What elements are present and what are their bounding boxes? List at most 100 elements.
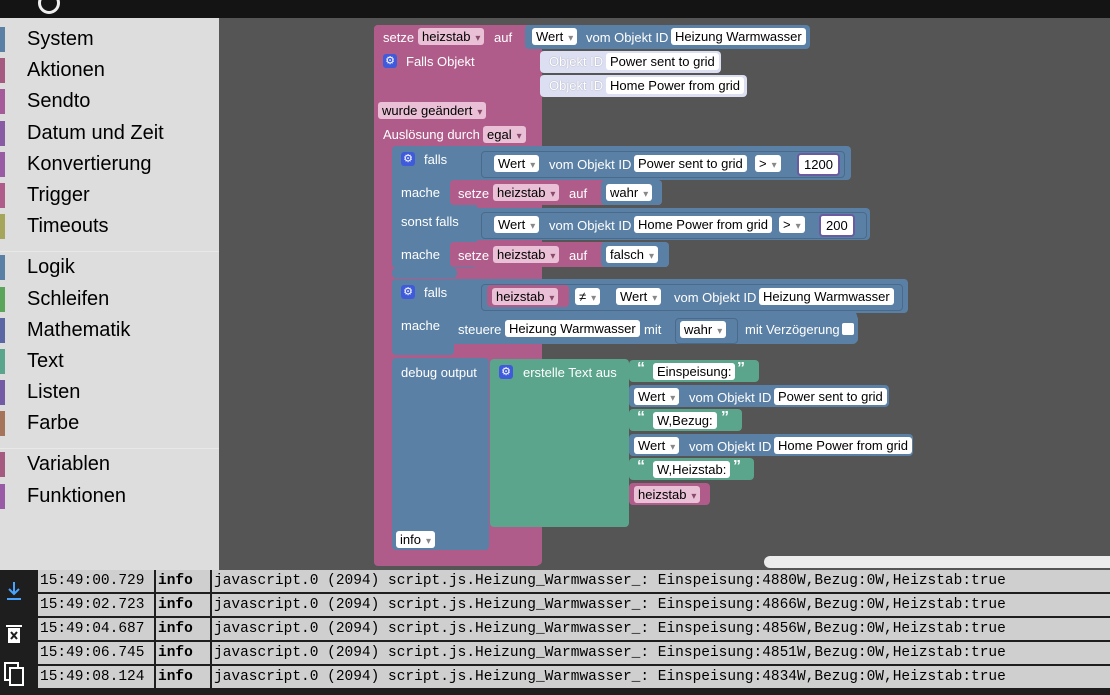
operator-dropdown[interactable]: > [755, 155, 781, 172]
text-field[interactable]: W,Bezug: [653, 412, 717, 429]
object-id-field[interactable]: Heizung Warmwasser [759, 288, 894, 305]
log-message: javascript.0 (2094) script.js.Heizung_Wa… [210, 666, 1006, 688]
copy-icon[interactable] [3, 661, 25, 686]
setze-label: setze [383, 30, 415, 45]
wert-dropdown[interactable]: Wert [494, 155, 540, 172]
variable-dropdown[interactable]: heizstab [493, 184, 560, 201]
category-timeouts[interactable]: Timeouts [0, 211, 219, 242]
mit-verzoegerung-label: mit Verzögerung [745, 322, 840, 337]
log-time: 15:49:06.745 [40, 645, 145, 661]
wert-dropdown[interactable]: Wert [616, 288, 662, 305]
vom-objekt-id-label: vom Objekt ID [549, 218, 632, 233]
close-quote-icon: ” [721, 409, 729, 426]
log-row: 15:49:06.745 info javascript.0 (2094) sc… [38, 642, 1110, 664]
object-id-field[interactable]: Home Power from grid [606, 77, 745, 94]
object-id-field[interactable]: Home Power from grid [774, 437, 913, 454]
close-quote-icon: ” [737, 360, 745, 377]
wert-dropdown[interactable]: Wert [634, 437, 680, 454]
category-aktionen[interactable]: Aktionen [0, 55, 219, 86]
text-field[interactable]: Einspeisung: [653, 363, 736, 380]
boolean-dropdown[interactable]: wahr [606, 184, 653, 201]
ausloesung-dropdown[interactable]: egal [483, 126, 526, 143]
log-level: info [154, 666, 210, 688]
number-field[interactable]: 200 [819, 214, 855, 237]
top-bar [0, 0, 1110, 18]
toolbox-separator [0, 242, 219, 253]
setze-label: setze [458, 186, 490, 201]
category-variablen[interactable]: Variablen [0, 449, 219, 480]
vom-objekt-id-label: vom Objekt ID [674, 290, 757, 305]
log-time: 15:49:02.723 [40, 597, 145, 613]
object-id-field[interactable]: Power sent to grid [606, 53, 719, 70]
wert-dropdown[interactable]: Wert [494, 216, 540, 233]
category-funktionen[interactable]: Funktionen [0, 481, 219, 512]
auf-label: auf [569, 248, 588, 263]
object-id-field[interactable]: Heizung Warmwasser [671, 28, 806, 45]
log-level: info [154, 618, 210, 640]
mache-label: mache [401, 318, 441, 333]
falls-label: falls [424, 285, 448, 300]
log-time: 15:49:00.729 [40, 573, 145, 589]
object-id-field[interactable]: Heizung Warmwasser [505, 320, 640, 337]
category-sendto[interactable]: Sendto [0, 86, 219, 117]
mache-label: mache [401, 247, 441, 262]
operator-dropdown[interactable]: > [779, 216, 805, 233]
category-farbe[interactable]: Farbe [0, 408, 219, 439]
log-level: info [154, 570, 210, 592]
log-row: 15:49:08.124 info javascript.0 (2094) sc… [38, 666, 1110, 688]
gear-icon[interactable]: ⚙ [401, 152, 415, 166]
delay-checkbox[interactable] [842, 323, 854, 335]
boolean-dropdown[interactable]: falsch [606, 246, 658, 263]
object-id-field[interactable]: Power sent to grid [774, 388, 887, 405]
variable-dropdown[interactable]: heizstab [418, 28, 485, 45]
category-text[interactable]: Text [0, 346, 219, 377]
vom-objekt-id-label: vom Objekt ID [549, 157, 632, 172]
object-id-field[interactable]: Home Power from grid [634, 216, 773, 233]
mit-label: mit [644, 322, 662, 337]
wert-dropdown[interactable]: Wert [532, 28, 578, 45]
debug-output-block[interactable] [392, 358, 489, 550]
delete-icon[interactable] [3, 623, 25, 645]
category-mathematik[interactable]: Mathematik [0, 315, 219, 346]
text-field[interactable]: W,Heizstab: [653, 461, 731, 478]
logo-icon [38, 0, 60, 14]
download-icon[interactable] [3, 580, 25, 602]
close-quote-icon: ” [733, 458, 741, 475]
operator-dropdown[interactable]: ≠ [575, 288, 601, 305]
setze-label: setze [458, 248, 490, 263]
wert-dropdown[interactable]: Wert [634, 388, 680, 405]
log-message: javascript.0 (2094) script.js.Heizung_Wa… [210, 642, 1006, 664]
log-time: 15:49:04.687 [40, 621, 145, 637]
blockly-workspace[interactable]: setze heizstab auf Wert vom Objekt ID He… [219, 18, 1110, 570]
log-level-dropdown[interactable]: info [396, 531, 435, 548]
log-row: 15:49:04.687 info javascript.0 (2094) sc… [38, 618, 1110, 640]
log-panel: 15:49:00.729 info javascript.0 (2094) sc… [0, 570, 1110, 695]
category-trigger[interactable]: Trigger [0, 180, 219, 211]
sonst-falls-label: sonst falls [401, 214, 459, 229]
erstelle-text-aus-label: erstelle Text aus [523, 365, 617, 380]
gear-icon[interactable]: ⚙ [401, 285, 415, 299]
horizontal-scrollbar[interactable] [764, 556, 1110, 568]
object-id-field[interactable]: Power sent to grid [634, 155, 747, 172]
category-schleifen[interactable]: Schleifen [0, 284, 219, 315]
category-logik[interactable]: Logik [0, 252, 219, 283]
text-join-block[interactable] [490, 359, 629, 527]
boolean-dropdown[interactable]: wahr [680, 321, 727, 338]
category-system[interactable]: System [0, 24, 219, 55]
log-level: info [154, 642, 210, 664]
variable-dropdown[interactable]: heizstab [492, 288, 559, 305]
log-time: 15:49:08.124 [40, 669, 145, 685]
change-type-dropdown[interactable]: wurde geändert [378, 102, 487, 119]
variable-dropdown[interactable]: heizstab [634, 486, 701, 503]
number-field[interactable]: 1200 [797, 153, 840, 176]
gear-icon[interactable]: ⚙ [383, 54, 397, 68]
gear-icon[interactable]: ⚙ [499, 365, 513, 379]
vom-objekt-id-label: vom Objekt ID [689, 439, 772, 454]
category-konvertierung[interactable]: Konvertierung [0, 149, 219, 180]
variable-dropdown[interactable]: heizstab [493, 246, 560, 263]
blockly-toolbox: System Aktionen Sendto Datum und Zeit Ko… [0, 18, 219, 570]
category-listen[interactable]: Listen [0, 377, 219, 408]
debug-output-label: debug output [401, 365, 477, 380]
category-datum-und-zeit[interactable]: Datum und Zeit [0, 118, 219, 149]
log-row: 15:49:00.729 info javascript.0 (2094) sc… [38, 570, 1110, 592]
